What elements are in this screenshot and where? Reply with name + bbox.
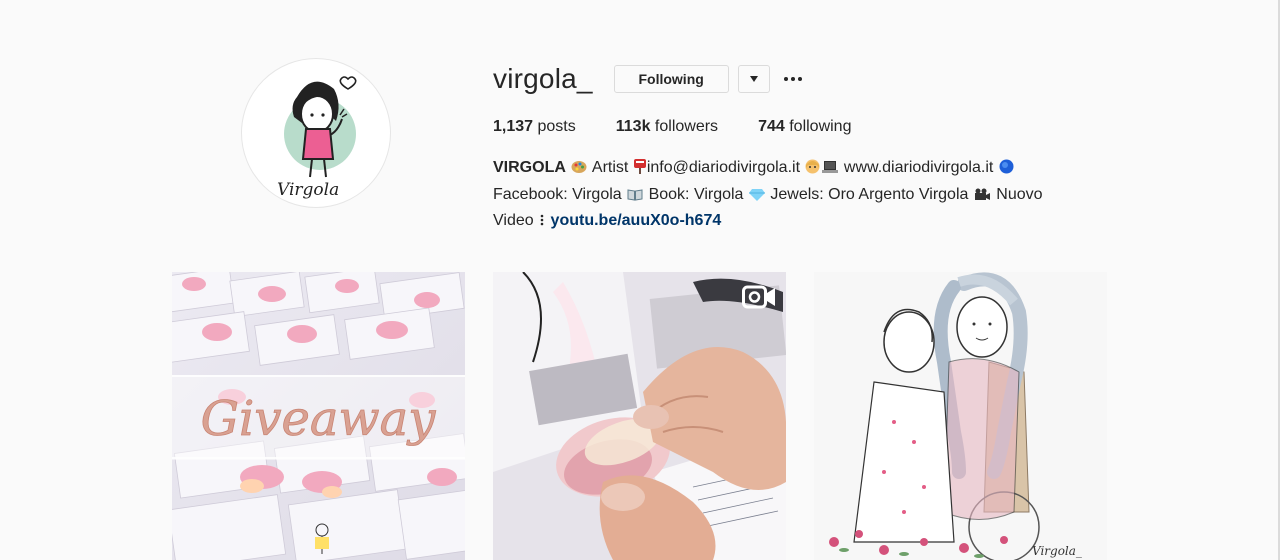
- laptop-icon: [822, 158, 839, 183]
- following-stat[interactable]: 744 following: [758, 118, 851, 136]
- profile-header-row: virgola_ Following: [493, 60, 1073, 98]
- profile-info: virgola_ Following 1,137 posts 113k foll…: [493, 60, 1073, 236]
- caret-down-icon: [749, 76, 758, 82]
- followers-stat[interactable]: 113k followers: [616, 118, 718, 136]
- giveaway-overlay-text: Giveaway: [201, 391, 437, 447]
- gem-icon: [748, 185, 765, 210]
- bio-video: Video: [493, 212, 534, 229]
- bio-link[interactable]: youtu.be/auuX0o-h674: [551, 212, 722, 229]
- following-button[interactable]: Following: [613, 65, 729, 93]
- posts-label: posts: [537, 118, 576, 135]
- posts-count: 1,137: [493, 118, 534, 135]
- username: virgola_: [493, 63, 593, 94]
- bio-name: VIRGOLA: [493, 159, 566, 176]
- bio-email: info@diariodivirgola.it: [646, 159, 801, 176]
- followers-label: followers: [654, 118, 719, 135]
- post-thumbnail-2[interactable]: [493, 272, 786, 560]
- posts-stat: 1,137 posts: [493, 118, 576, 136]
- more-icon: [783, 77, 788, 81]
- movie-camera-icon: [974, 185, 991, 210]
- profile-stats: 1,137 posts 113k followers 744 following: [493, 118, 1073, 136]
- profile-bio: VIRGOLA Artist info@diariodivirgola.it w…: [493, 156, 1073, 236]
- bio-book: Book: Virgola: [648, 185, 744, 203]
- bio-website: www.diariodivirgola.it: [843, 159, 994, 176]
- palette-icon: [571, 158, 587, 183]
- mailbox-icon: [633, 158, 646, 183]
- person-icon: [805, 158, 820, 183]
- blue-circle-icon: [999, 158, 1014, 183]
- suggestions-dropdown-button[interactable]: [737, 65, 770, 93]
- bio-jewels: Jewels: Oro Argento Virgola: [770, 185, 969, 203]
- post-thumbnail-3[interactable]: Virgola_: [814, 272, 1107, 560]
- avatar-caption: Virgola: [277, 180, 339, 200]
- post-thumbnail-1[interactable]: Giveaway: [172, 272, 465, 560]
- profile-avatar[interactable]: Virgola: [241, 58, 391, 208]
- signature-text: Virgola_: [1032, 544, 1082, 558]
- more-options-button[interactable]: [783, 65, 802, 93]
- bio-facebook: Facebook: Virgola: [493, 185, 622, 203]
- bio-artist: Artist: [591, 159, 629, 176]
- following-count: 744: [758, 118, 785, 135]
- video-icon: [742, 285, 775, 309]
- followers-count: 113k: [615, 118, 651, 135]
- following-stat-label: following: [789, 118, 852, 135]
- open-book-icon: [627, 185, 643, 210]
- bio-nuovo: Nuovo: [996, 185, 1043, 203]
- vertical-ellipsis-icon: [539, 211, 545, 236]
